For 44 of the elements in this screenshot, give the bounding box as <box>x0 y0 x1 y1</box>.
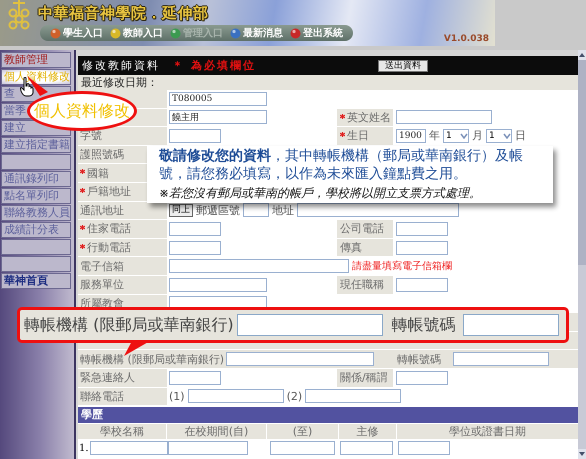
field-label: 關係/稱謂 <box>340 370 388 386</box>
last-modified-text: 最近修改日期： <box>78 75 578 90</box>
field-text: 地址 <box>272 202 294 218</box>
field-label: 傳真 <box>340 240 362 256</box>
version-text: V1.0.038 <box>444 34 490 46</box>
field-label: 轉帳號碼 <box>392 314 456 336</box>
row-number: 1. <box>79 442 89 454</box>
field-label: 轉帳機構 (限郵局或華南銀行) <box>24 314 234 336</box>
hint-text: 請盡量填寫電子信箱欄 <box>352 260 452 274</box>
field-label: 住家電話 <box>87 221 131 236</box>
column-header: 在校期間(自) <box>167 424 266 440</box>
field-text: 日 <box>515 128 526 144</box>
required-note: ＊ 為必填欄位 <box>172 58 257 73</box>
field-label: 英文姓名 <box>347 110 391 125</box>
field-label: 國籍 <box>87 166 109 181</box>
field-label: 行動電話 <box>87 240 131 256</box>
field-label: 通訊地址 <box>80 202 124 218</box>
field-label: 戶籍地址 <box>87 184 131 200</box>
field-label: 護照號碼 <box>80 147 124 162</box>
site-title: 中華福音神學院．延伸部 <box>38 4 208 22</box>
field-text: 年 <box>429 128 440 144</box>
field-label: 生日 <box>347 128 369 144</box>
column-header: 學校名稱 <box>78 424 166 440</box>
sidebar-heading: 教師管理 <box>1 52 71 68</box>
notice-note: ※若您沒有郵局或華南的帳戶，學校將以開立支票方式處理。 <box>159 185 482 202</box>
form-title: 修改教師資料 <box>82 58 160 73</box>
field-label: 電子信箱 <box>80 258 124 274</box>
field-text: 月 <box>472 128 483 144</box>
field-label: 字號 <box>80 128 102 144</box>
field-label: 轉帳號碼 <box>397 352 442 367</box>
column-header: 主修 <box>339 424 396 440</box>
field-label: 聯絡電話 <box>80 388 124 404</box>
field-text: (2) <box>286 390 302 403</box>
notice-message: 敬請修改您的資料，其中轉帳機構（郵局或華南銀行）及帳號，請您務必填寫，以作為未來匯入鐘點費之用。 <box>159 147 524 183</box>
field-label: 現任職稱 <box>340 277 384 292</box>
field-text: 郵遞區號 <box>196 202 240 218</box>
field-text: (1) <box>169 390 185 403</box>
section-header: 學歷 <box>78 407 578 424</box>
field-label: 緊急連絡人 <box>80 370 135 386</box>
field-label: 公司電話 <box>340 221 384 236</box>
column-header: (至) <box>267 424 338 440</box>
field-label: 服務單位 <box>80 277 124 292</box>
column-header: 學位或證書日期 <box>397 424 578 440</box>
field-label: 轉帳機構 (限郵局或華南銀行) <box>80 352 224 367</box>
